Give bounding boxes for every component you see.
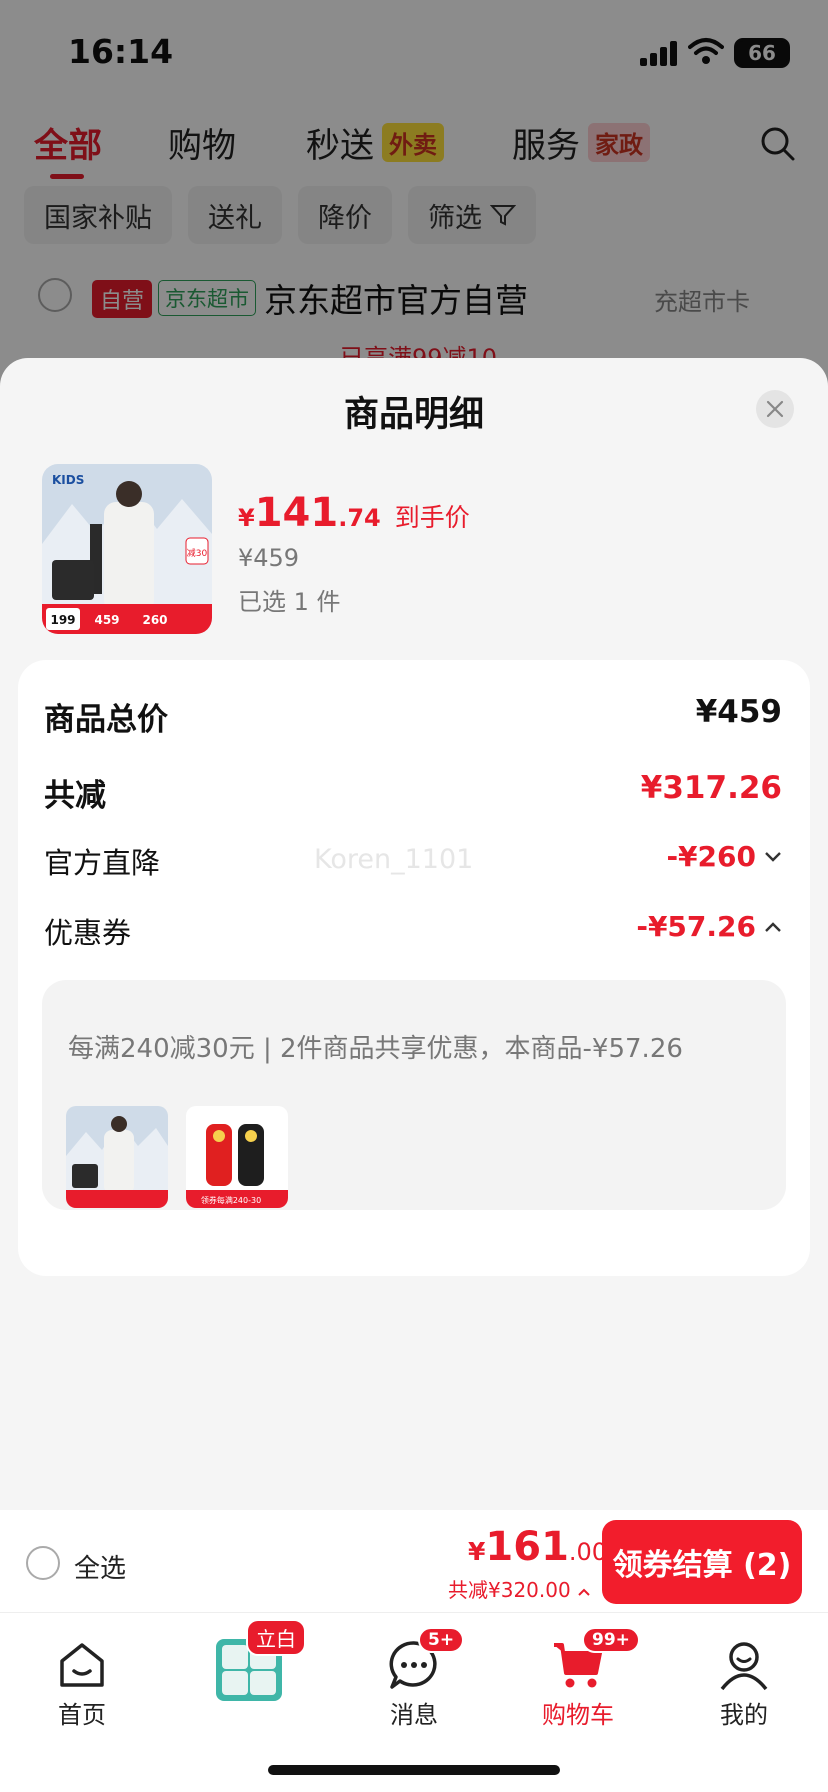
nav-messages[interactable]: 5+ 消息 <box>354 1625 474 1730</box>
nav-home[interactable]: 首页 <box>22 1625 142 1730</box>
cart-badge: 99+ <box>582 1627 640 1653</box>
final-price-int: 141 <box>254 490 339 536</box>
sheet-title: 商品明细 <box>343 395 484 435</box>
final-price-label: 到手价 <box>394 503 470 532</box>
coupon-detail-box: 每满240减30元 | 2件商品共享优惠，本商品-¥57.26 领券每满240-… <box>42 980 786 1210</box>
messages-badge: 5+ <box>418 1627 465 1653</box>
nav-messages-label: 消息 <box>390 1701 438 1729</box>
checkout-total: ¥ 161 .00 <box>468 1524 607 1570</box>
total-discount-label: 共减 <box>44 778 106 814</box>
checkout-discount: 共减¥320.00 <box>448 1578 571 1602</box>
checkout-currency: ¥ <box>468 1537 486 1566</box>
checkout-discount-toggle[interactable]: 共减¥320.00 <box>448 1574 591 1603</box>
jacket-thumb-icon <box>66 1106 168 1208</box>
original-price: ¥459 <box>238 544 300 572</box>
product-photo-icon: 199 459 260 减30 KIDS <box>42 464 212 634</box>
coupon-amount: -¥57.26 <box>636 910 782 943</box>
checkout-bar: 全选 ¥ 161 .00 共减¥320.00 领券结算 (2) <box>0 1510 828 1612</box>
bottom-nav: 首页 立白 5+ 消息 99+ 购物车 我的 <box>0 1612 828 1792</box>
img-badge: 减30 <box>187 547 208 559</box>
select-all-checkbox[interactable] <box>26 1546 60 1580</box>
coupon-value: -¥57.26 <box>636 910 756 943</box>
checkout-button[interactable]: 领券结算 (2) <box>602 1520 802 1604</box>
total-price-label: 商品总价 <box>44 702 168 738</box>
watermark-text: Koren_1101 <box>314 844 474 875</box>
nav-cart-label: 购物车 <box>542 1701 614 1729</box>
nav-home-label: 首页 <box>58 1701 106 1729</box>
socks-thumb-icon: 领券每满240-30 <box>186 1106 288 1208</box>
chevron-up-icon <box>578 1588 590 1596</box>
official-discount-label: 官方直降 <box>44 846 161 880</box>
nav-profile-label: 我的 <box>720 1701 768 1729</box>
selected-count: 已选 1 件 <box>238 588 341 616</box>
coupon-detail-text: 每满240减30元 | 2件商品共享优惠，本商品-¥57.26 <box>68 1034 683 1064</box>
nav-profile[interactable]: 我的 <box>684 1625 804 1730</box>
cart-page: 16:14 66 全部 购物 秒送 外卖 服务 家政 国家补贴 送礼 降价 筛选… <box>0 0 828 1792</box>
total-price-value: ¥459 <box>695 694 782 730</box>
official-discount-value: -¥260 <box>666 840 756 873</box>
chevron-up-icon <box>765 921 781 932</box>
final-price-dec: .74 <box>338 504 381 532</box>
profile-icon <box>718 1639 770 1691</box>
coupon-product-thumb-jacket[interactable] <box>66 1106 168 1208</box>
product-detail-sheet: 商品明细 199 459 260 减30 KIDS ¥ 141 .74 到手价 … <box>0 358 828 1510</box>
message-icon: 5+ <box>388 1627 465 1691</box>
close-button[interactable] <box>756 390 794 428</box>
img-price-260: 260 <box>142 613 167 627</box>
coupon-label: 优惠券 <box>44 916 132 950</box>
chevron-down-icon <box>765 851 781 862</box>
close-icon <box>766 400 784 418</box>
price-summary-card: 商品总价 ¥459 共减 ¥317.26 Koren_1101 官方直降 -¥2… <box>18 660 810 1276</box>
official-discount-amount: -¥260 <box>666 840 782 873</box>
promo-badge: 立白 <box>246 1619 306 1656</box>
select-all-label[interactable]: 全选 <box>74 1548 126 1585</box>
final-price: ¥ 141 .74 到手价 <box>238 490 470 536</box>
cart-icon: 99+ <box>552 1627 640 1691</box>
img-price-199: 199 <box>50 613 75 627</box>
checkout-total-int: 161 <box>485 1524 569 1570</box>
socks-thumb-label: 领券每满240-30 <box>201 1195 261 1205</box>
final-price-currency: ¥ <box>238 504 255 532</box>
coupon-product-thumb-socks[interactable]: 领券每满240-30 <box>186 1106 288 1208</box>
total-discount-value: ¥317.26 <box>640 770 782 806</box>
nav-cart[interactable]: 99+ 购物车 <box>518 1625 640 1730</box>
img-price-459: 459 <box>94 613 119 627</box>
home-icon <box>56 1639 108 1691</box>
img-brand: KIDS <box>52 473 84 487</box>
product-image[interactable]: 199 459 260 减30 KIDS <box>42 464 212 634</box>
home-indicator <box>268 1765 560 1775</box>
